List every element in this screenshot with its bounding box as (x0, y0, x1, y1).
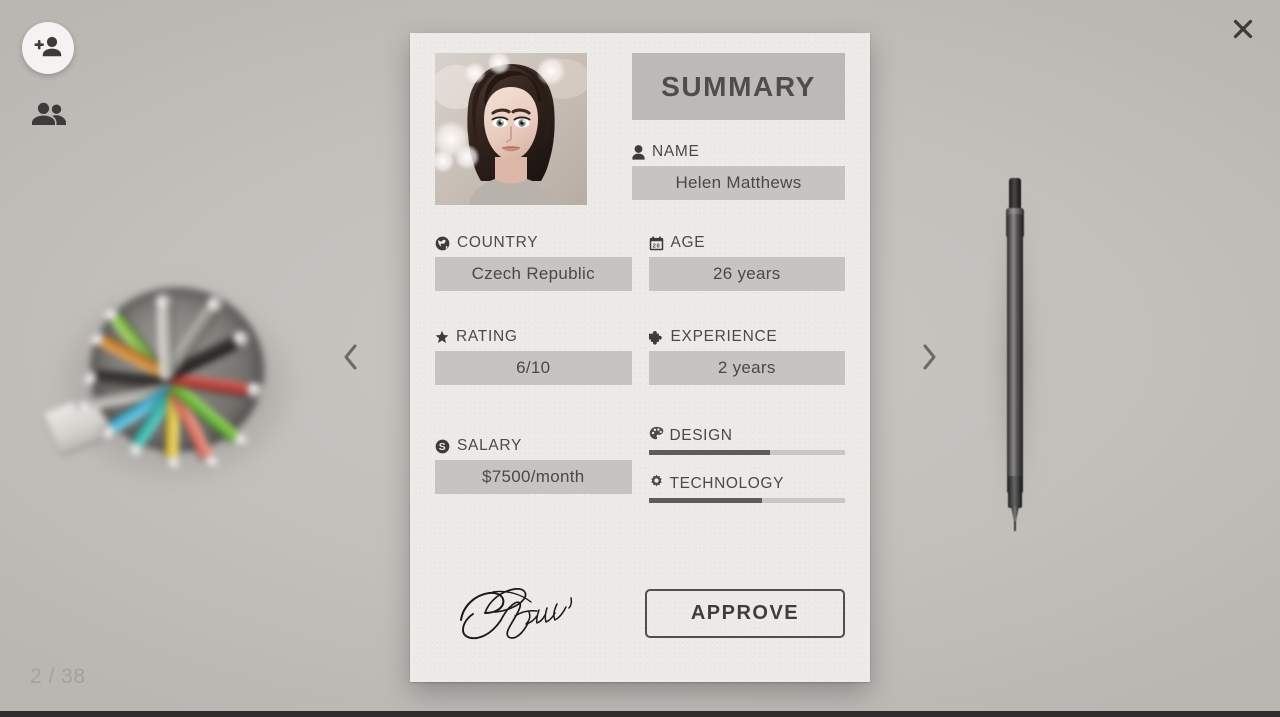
rating-label-row: RATING (435, 328, 632, 346)
name-label: NAME (652, 143, 700, 160)
rating-label: RATING (456, 328, 518, 345)
page-counter: 2 / 38 (30, 665, 86, 688)
pen-white (156, 304, 173, 381)
close-button[interactable] (1228, 16, 1258, 46)
people-group-button[interactable] (30, 100, 68, 134)
row-rating-experience: RATING 6/10 EXPERIENCE 2 years (435, 328, 845, 385)
svg-text:20: 20 (652, 243, 660, 249)
row-salary-skills: S SALARY $7500/month DESIGN TECHNOLOGY (435, 426, 845, 522)
chevron-right-icon (919, 342, 939, 377)
summary-card: SUMMARY NAME Helen Matthews COUNTRY Czec… (410, 33, 870, 682)
portrait-photo (435, 53, 587, 205)
previous-page-button[interactable] (330, 337, 372, 381)
technology-skill-label-row: TECHNOLOGY (649, 474, 846, 494)
age-label: AGE (670, 234, 706, 251)
gear-icon (649, 474, 664, 494)
next-page-button[interactable] (908, 337, 950, 381)
name-value[interactable]: Helen Matthews (632, 166, 845, 200)
people-group-icon (31, 101, 67, 134)
close-icon (1232, 18, 1254, 45)
add-person-button[interactable] (22, 22, 74, 74)
pencil-body (1007, 214, 1023, 494)
dollar-coin-icon: S (435, 439, 450, 454)
salary-label-row: S SALARY (435, 437, 632, 455)
salary-field: S SALARY $7500/month (435, 426, 632, 494)
design-skill-label-row: DESIGN (649, 426, 846, 446)
name-label-row: NAME (632, 143, 845, 161)
svg-text:S: S (439, 442, 447, 453)
age-value[interactable]: 26 years (648, 257, 845, 291)
handwritten-signature-icon (459, 588, 572, 640)
technology-skill-label: TECHNOLOGY (669, 475, 785, 492)
salary-label: SALARY (457, 437, 523, 454)
age-field: 20 AGE 26 years (648, 234, 846, 291)
technology-skill-fill (648, 498, 763, 503)
age-label-row: 20 AGE (649, 234, 846, 252)
person-icon (632, 144, 645, 160)
approve-button[interactable]: APPROVE (645, 588, 845, 638)
salary-value[interactable]: $7500/month (435, 460, 632, 494)
card-footer: APPROVE (435, 574, 845, 652)
experience-label-row: EXPERIENCE (648, 328, 846, 346)
design-skill-track (648, 450, 845, 455)
rating-field: RATING 6/10 (435, 328, 632, 385)
experience-label: EXPERIENCE (670, 328, 778, 345)
person-add-icon (34, 35, 62, 62)
country-label: COUNTRY (457, 234, 539, 251)
experience-value[interactable]: 2 years (648, 351, 845, 385)
pen-cup-photo (44, 258, 298, 498)
globe-icon (435, 236, 450, 251)
calendar-icon: 20 (649, 235, 664, 251)
country-field: COUNTRY Czech Republic (435, 234, 632, 291)
design-skill-label: DESIGN (669, 427, 733, 444)
header-right-column: SUMMARY NAME Helen Matthews (632, 53, 845, 205)
puzzle-icon (648, 330, 664, 345)
design-skill-fill (648, 450, 771, 455)
pencil-lead (1014, 521, 1016, 531)
page-title: SUMMARY (632, 53, 845, 120)
palette-icon (649, 426, 664, 446)
chevron-left-icon (341, 342, 361, 377)
skills-group: DESIGN TECHNOLOGY (648, 426, 846, 522)
star-icon (435, 330, 449, 344)
pencil-grip (1008, 476, 1022, 508)
country-value[interactable]: Czech Republic (435, 257, 632, 291)
signature (435, 574, 631, 652)
bottom-bar (0, 711, 1280, 717)
rating-value[interactable]: 6/10 (435, 351, 632, 385)
name-field: NAME Helen Matthews (632, 143, 845, 200)
avatar (435, 53, 587, 205)
technology-skill-track (648, 498, 845, 503)
country-label-row: COUNTRY (435, 234, 632, 252)
mechanical-pencil-photo (994, 178, 1036, 531)
row-country-age: COUNTRY Czech Republic 20 AGE 26 years (435, 234, 845, 291)
card-header: SUMMARY NAME Helen Matthews (435, 53, 845, 205)
experience-field: EXPERIENCE 2 years (648, 328, 846, 385)
